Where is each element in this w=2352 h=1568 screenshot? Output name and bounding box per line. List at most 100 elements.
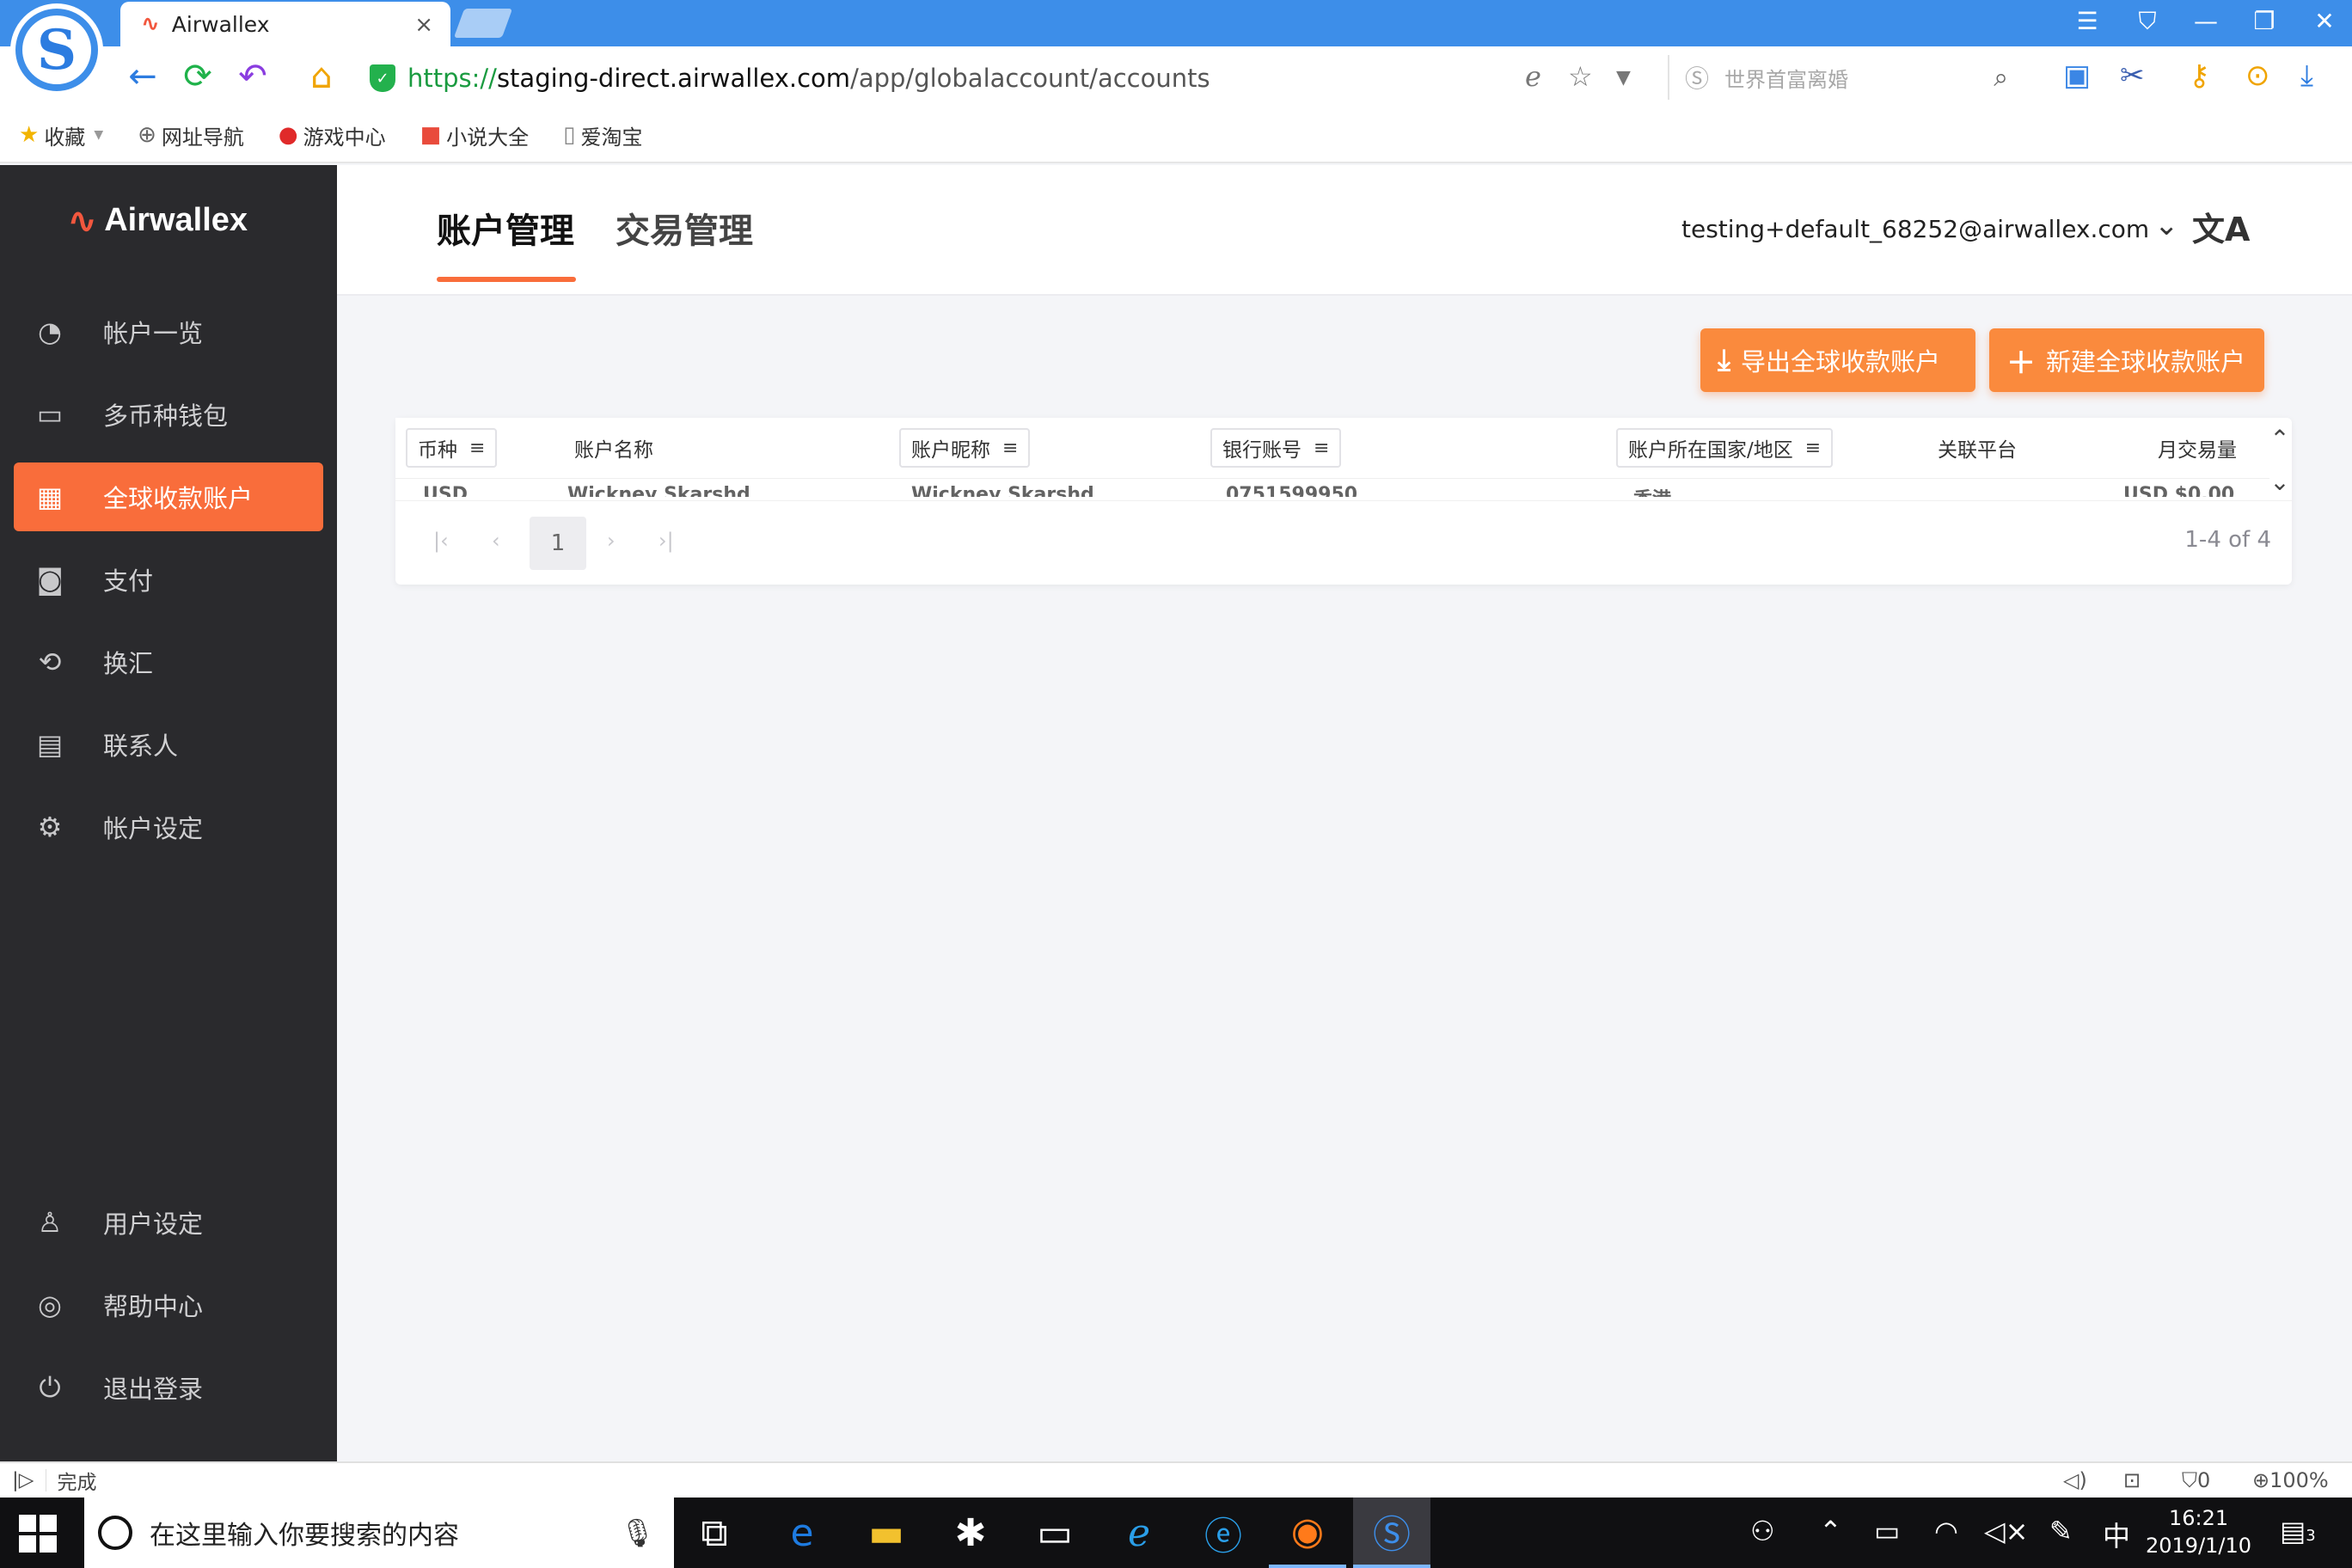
key-icon[interactable]: ⚷	[2189, 58, 2210, 93]
sidebar-item-wallet[interactable]: ▭ 多币种钱包	[14, 380, 323, 449]
download-icon: ⤓	[1718, 343, 1731, 377]
chevron-down-icon[interactable]: ▼	[1616, 67, 1631, 89]
column-bank-account[interactable]: 银行账号 ≡	[1210, 428, 1342, 468]
sidebar-item-payments[interactable]: ◙ 支付	[14, 545, 323, 614]
language-icon[interactable]: 文A	[2192, 203, 2250, 250]
wifi-icon[interactable]: ◠	[1934, 1515, 1958, 1547]
search-icon[interactable]: ⌕	[1994, 63, 2008, 93]
sidebar-item-global-accounts[interactable]: ▦ 全球收款账户	[14, 462, 323, 531]
first-page-icon[interactable]: |‹	[433, 529, 449, 553]
people-icon[interactable]: ⚇	[1750, 1515, 1775, 1547]
windows-start-icon[interactable]	[19, 1515, 57, 1553]
screenshot-icon[interactable]: ⊡	[2123, 1468, 2141, 1492]
main-header: 账户管理 交易管理 testing+default_68252@airwalle…	[337, 165, 2352, 296]
table-row[interactable]: USD Wickney Skarshd Wickney Skarshd 0751…	[395, 478, 2269, 497]
sidebar-item-account-settings[interactable]: ⚙ 帐户设定	[14, 793, 323, 861]
sidebar-toggle-icon[interactable]: ▣	[2063, 58, 2091, 93]
sidebar-item-overview[interactable]: ◔ 帐户一览	[14, 297, 323, 366]
column-currency[interactable]: 币种 ≡	[406, 428, 498, 468]
file-explorer-icon[interactable]: ▬	[848, 1498, 925, 1568]
bookmark-games[interactable]: ● 游戏中心	[279, 120, 386, 150]
prev-page-icon[interactable]: ‹	[492, 529, 500, 553]
volume-muted-icon[interactable]: ◁×	[1984, 1515, 2028, 1547]
scroll-up-icon[interactable]: ⌃	[2268, 425, 2292, 453]
search-engine-input[interactable]: Ⓢ 世界首富离婚 ⌕	[1668, 55, 2046, 100]
sidebar-item-help[interactable]: ◎ 帮助中心	[14, 1271, 323, 1339]
sidebar-item-user-settings[interactable]: ♙ 用户设定	[14, 1188, 323, 1257]
chevron-up-icon[interactable]: ⌃	[1819, 1515, 1842, 1547]
slack-icon[interactable]: ✱	[932, 1498, 1009, 1568]
tab-title: Airwallex	[171, 11, 270, 37]
speaker-icon[interactable]: ◁)	[2063, 1468, 2087, 1492]
ime-indicator[interactable]: 中	[2103, 1515, 2130, 1554]
star-icon: ★	[19, 122, 40, 148]
ie-icon-2[interactable]: ⓔ	[1185, 1498, 1262, 1568]
tab-account-management[interactable]: 账户管理	[437, 203, 574, 253]
airwallex-logo[interactable]: ∿ Airwallex	[67, 199, 248, 242]
browser-tab-airwallex[interactable]: ∿ Airwallex ×	[120, 2, 450, 46]
create-global-account-button[interactable]: ＋ 新建全球收款账户	[1989, 328, 2264, 392]
scissors-icon[interactable]: ✂	[2120, 58, 2145, 93]
browser-titlebar: ∿ Airwallex × ☰ ⛉ — ❐ ✕	[0, 0, 2352, 46]
bookmark-taobao[interactable]: ▯ 爱淘宝	[563, 120, 642, 150]
undo-close-icon[interactable]: ↶	[232, 57, 273, 96]
tab-close-icon[interactable]: ×	[414, 12, 433, 38]
export-global-accounts-button[interactable]: ⤓ 导出全球收款账户	[1700, 328, 1975, 392]
taskbar-clock[interactable]: 16:21 2019/1/10	[2146, 1504, 2251, 1559]
address-bar: ← ⟳ ↶ ⌂ ✓ https://staging-direct.airwall…	[0, 46, 2352, 108]
sogou-browser-logo-icon[interactable]: S	[10, 3, 103, 96]
tab-transaction-management[interactable]: 交易管理	[616, 203, 753, 253]
menu-icon[interactable]: ☰	[2070, 7, 2104, 35]
home-icon[interactable]: ⌂	[301, 57, 342, 96]
column-nickname[interactable]: 账户昵称 ≡	[899, 428, 1031, 468]
chevron-down-icon[interactable]: ⌄	[2154, 208, 2179, 242]
bookmark-favorites[interactable]: ★ 收藏 ▼	[19, 120, 103, 150]
pen-icon[interactable]: ✎	[2049, 1515, 2073, 1547]
scroll-down-icon[interactable]: ⌄	[2268, 468, 2292, 496]
url-field[interactable]: ✓ https://staging-direct.airwallex.com/a…	[370, 58, 1522, 98]
adblock-icon[interactable]: ⛉0	[2182, 1468, 2210, 1492]
zoom-level[interactable]: ⊕100%	[2252, 1468, 2329, 1492]
next-page-icon[interactable]: ›	[607, 529, 616, 553]
user-email[interactable]: testing+default_68252@airwallex.com	[1681, 215, 2149, 243]
restore-button[interactable]: ❐	[2247, 7, 2282, 35]
ie-icon[interactable]: ℯ	[1100, 1498, 1178, 1568]
taskbar-search-input[interactable]: 在这里输入你要搜索的内容 🎙	[84, 1498, 674, 1568]
column-country[interactable]: 账户所在国家/地区 ≡	[1616, 428, 1834, 468]
sidebar: ∿ Airwallex ◔ 帐户一览 ▭ 多币种钱包 ▦ 全球收款账户 ◙ 支付 ⟲ 换汇…	[0, 165, 337, 1461]
sidebar-item-fx[interactable]: ⟲ 换汇	[14, 628, 323, 696]
bookmark-nav[interactable]: ⊕ 网址导航	[138, 120, 244, 150]
firefox-icon[interactable]: ◉	[1269, 1498, 1346, 1568]
bookmark-novels[interactable]: ■ 小说大全	[420, 120, 530, 150]
back-icon[interactable]: ←	[122, 57, 163, 96]
skin-icon[interactable]: ⛉	[2130, 7, 2165, 36]
reload-icon[interactable]: ⟳	[177, 57, 218, 96]
favorite-star-icon[interactable]: ☆	[1568, 60, 1593, 93]
microphone-icon[interactable]: 🎙	[620, 1516, 655, 1549]
filter-icon: ≡	[1804, 437, 1822, 459]
active-tab-indicator	[437, 277, 576, 282]
dashboard-icon: ◔	[38, 315, 62, 348]
pagination: |‹ ‹ 1 › ›| 1-4 of 4	[395, 500, 2292, 585]
edge-icon[interactable]: e	[763, 1498, 841, 1568]
last-page-icon[interactable]: ›|	[658, 529, 674, 553]
download-icon[interactable]: ⤓	[2300, 58, 2313, 93]
terminal-icon[interactable]: ▭	[1016, 1498, 1093, 1568]
more-icon[interactable]: ⊙	[2245, 58, 2270, 93]
sidebar-item-contacts[interactable]: ▤ 联系人	[14, 710, 323, 779]
notification-icon[interactable]: ▤3	[2280, 1515, 2316, 1547]
page-number-current[interactable]: 1	[530, 517, 586, 570]
sidebar-item-logout[interactable]: ⏻ 退出登录	[14, 1353, 323, 1422]
bank-icon: ▦	[36, 481, 64, 513]
battery-icon[interactable]: ▭	[1874, 1515, 1900, 1547]
new-tab-button[interactable]	[453, 9, 513, 38]
minimize-button[interactable]: —	[2189, 7, 2223, 35]
wallet-icon: ▭	[36, 398, 64, 431]
sogou-browser-icon[interactable]: Ⓢ	[1353, 1498, 1430, 1568]
user-icon: ♙	[37, 1206, 63, 1239]
close-window-button[interactable]: ✕	[2307, 7, 2342, 35]
ie-mode-icon[interactable]: ℯ	[1525, 60, 1541, 93]
task-view-icon[interactable]: ⧉	[676, 1498, 753, 1568]
sidebar-toggle-icon[interactable]: |▷	[0, 1469, 47, 1491]
browser-statusbar: |▷ 完成 ◁) ⊡ ⛉0 ⊕100%	[0, 1461, 2352, 1498]
